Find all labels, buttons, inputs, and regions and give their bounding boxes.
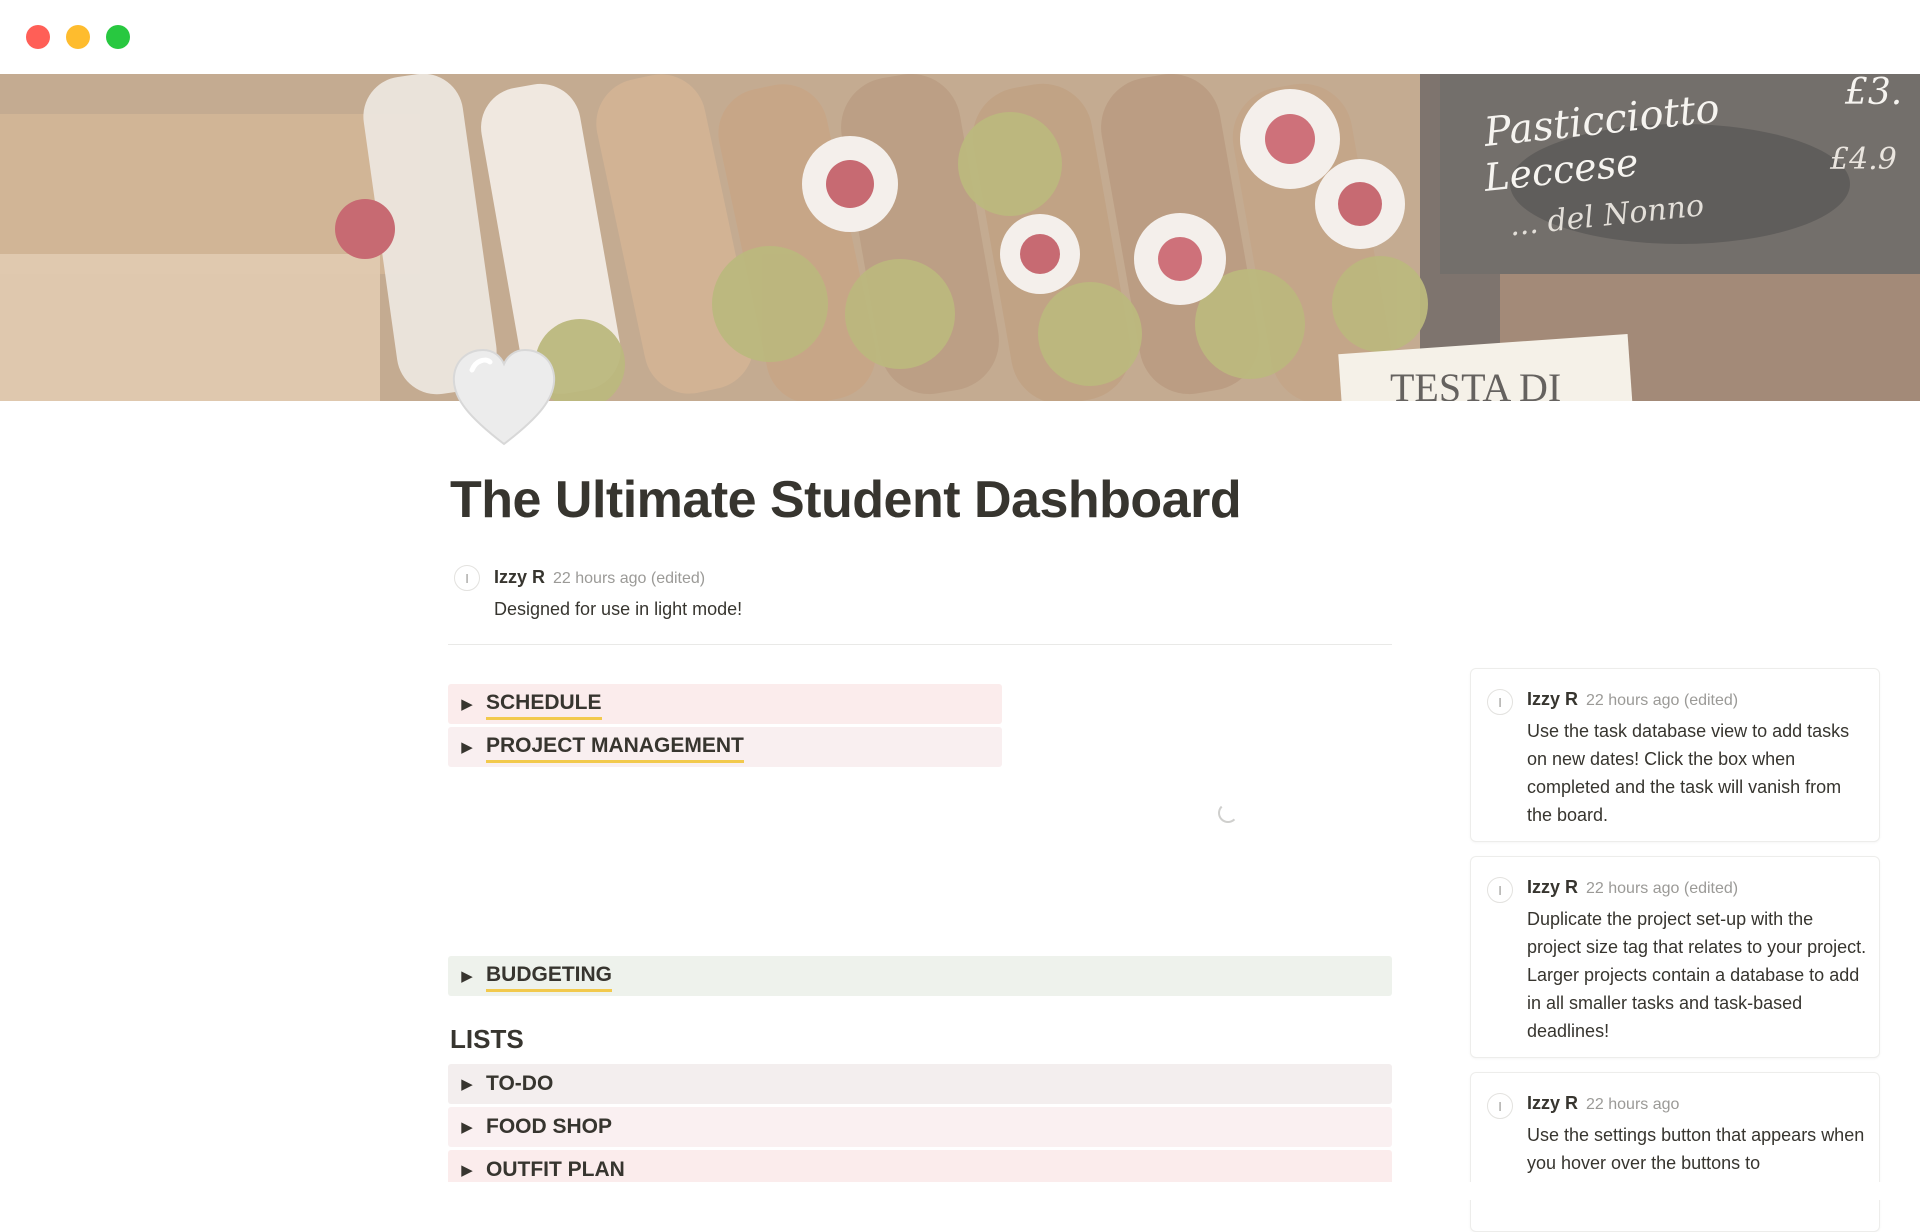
page-title: The Ultimate Student Dashboard	[450, 471, 1242, 529]
avatar: I	[1487, 877, 1513, 903]
toggle-label: SCHEDULE	[486, 689, 602, 720]
comment-author: Izzy R	[1527, 689, 1579, 709]
page-comment[interactable]: I Izzy R 22 hours ago (edited) Designed f…	[450, 565, 1392, 645]
comment-header: Izzy R 22 hours ago (edited)	[1527, 877, 1738, 898]
toggle-project-management[interactable]: ▶ PROJECT MANAGEMENT	[448, 727, 1002, 767]
comment-header: Izzy R 22 hours ago (edited)	[1527, 689, 1738, 710]
toggle-label: PROJECT MANAGEMENT	[486, 732, 744, 763]
comment-timestamp: 22 hours ago (edited)	[1586, 880, 1739, 897]
comment-body: Use the task database view to add tasks …	[1527, 721, 1850, 825]
page-cover-image[interactable]: TESTA DI Pasticciotto Leccese ... del No…	[0, 74, 1920, 401]
comment-author: Izzy R	[1527, 1093, 1579, 1113]
divider	[448, 644, 1392, 645]
avatar: I	[454, 565, 480, 591]
toggle-label: BUDGETING	[486, 961, 612, 992]
minimize-window-button[interactable]	[66, 25, 90, 49]
side-comment[interactable]: I Izzy R 22 hours ago (edited) Use the ta…	[1470, 668, 1880, 842]
comment-timestamp: 22 hours ago (edited)	[553, 570, 706, 587]
side-comment[interactable]: I Izzy R 22 hours ago (edited) Duplicate …	[1470, 856, 1880, 1058]
comment-timestamp: 22 hours ago	[1586, 1096, 1680, 1113]
window-titlebar	[0, 0, 1920, 74]
comment-timestamp: 22 hours ago (edited)	[1586, 692, 1739, 709]
avatar: I	[1487, 689, 1513, 715]
comment-body: Use the settings button that appears whe…	[1527, 1125, 1865, 1173]
toggle-arrow-icon[interactable]: ▶	[448, 695, 486, 713]
loading-spinner-icon	[1218, 803, 1238, 823]
toggle-label: FOOD SHOP	[486, 1115, 613, 1138]
comment-author: Izzy R	[1527, 877, 1579, 897]
zoom-window-button[interactable]	[106, 25, 130, 49]
close-window-button[interactable]	[26, 25, 50, 49]
toggle-food-shop[interactable]: ▶ FOOD SHOP	[448, 1107, 1392, 1147]
comment-header: Izzy R 22 hours ago (edited)	[494, 567, 705, 588]
toggle-label: TO-DO	[486, 1072, 554, 1095]
toggle-schedule[interactable]: ▶ SCHEDULE	[448, 684, 1002, 724]
avatar: I	[1487, 1093, 1513, 1119]
toggle-arrow-icon[interactable]: ▶	[448, 1161, 486, 1179]
viewport-bottom-edge	[0, 1182, 1920, 1200]
toggle-arrow-icon[interactable]: ▶	[448, 1118, 486, 1136]
toggle-budgeting[interactable]: ▶ BUDGETING	[448, 956, 1392, 996]
section-heading-lists: LISTS	[450, 1024, 524, 1054]
toggle-arrow-icon[interactable]: ▶	[448, 738, 486, 756]
side-comment[interactable]: I Izzy R 22 hours ago Use the settings bu…	[1470, 1072, 1880, 1232]
comment-body: Duplicate the project set-up with the pr…	[1527, 909, 1867, 1041]
comment-author: Izzy R	[494, 567, 546, 587]
toggle-arrow-icon[interactable]: ▶	[448, 967, 486, 985]
comment-header: Izzy R 22 hours ago	[1527, 1093, 1679, 1114]
toggle-todo[interactable]: ▶ TO-DO	[448, 1064, 1392, 1104]
comment-body: Designed for use in light mode!	[494, 599, 743, 619]
toggle-label: OUTFIT PLAN	[486, 1158, 625, 1181]
toggle-arrow-icon[interactable]: ▶	[448, 1075, 486, 1093]
white-heart-icon[interactable]	[450, 348, 558, 448]
